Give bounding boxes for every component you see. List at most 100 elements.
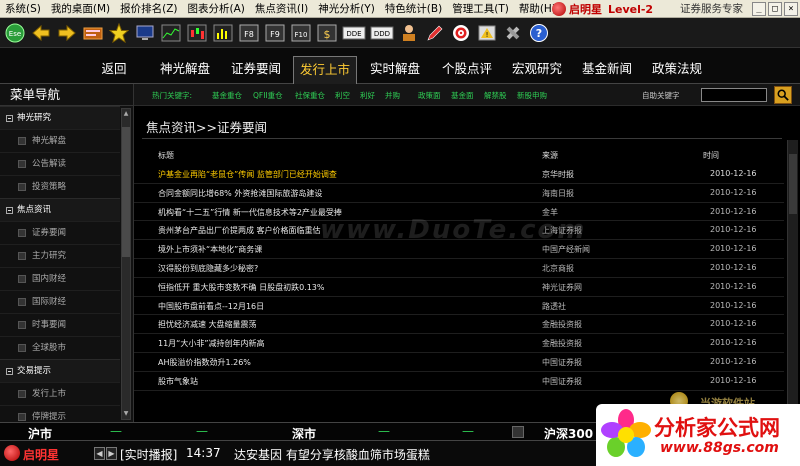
f10-icon[interactable]: F10 xyxy=(290,22,312,44)
news-ticker[interactable]: 达安基因 有望分享核酸血筛市场蛋糕 xyxy=(234,446,430,463)
menu-system[interactable]: 系统(S) xyxy=(0,0,46,18)
keyword-link[interactable]: 并购 xyxy=(385,90,400,101)
sidebar-item-securities-news[interactable]: 证券要闻 xyxy=(0,221,120,244)
keyword-link[interactable]: 基金重仓 xyxy=(212,90,242,101)
news-title[interactable]: 境外上市须补“本地化”商务课 xyxy=(158,244,262,255)
sidebar-item-main-force[interactable]: 主力研究 xyxy=(0,244,120,267)
sidebar-item-global-stocks[interactable]: 全球股市 xyxy=(0,336,120,359)
ese-logo-icon[interactable]: Ese xyxy=(4,22,26,44)
news-title[interactable]: 汉得股份到底隐藏多少秘密? xyxy=(158,263,258,274)
sidebar-item-intl-finance[interactable]: 国际财经 xyxy=(0,290,120,313)
monitor-icon[interactable] xyxy=(134,22,156,44)
ddy-icon[interactable]: DDD xyxy=(370,22,394,44)
keyword-link[interactable]: 新股申购 xyxy=(517,90,547,101)
news-scrollbar[interactable] xyxy=(787,140,798,420)
table-row[interactable]: 汉得股份到底隐藏多少秘密? 北京商报 2010-12-16 xyxy=(134,259,784,278)
search-button[interactable] xyxy=(774,86,792,104)
sidebar-item-strategy[interactable]: 投资策略 xyxy=(0,175,120,198)
table-row[interactable]: 股市气象站 中国证券报 2010-12-16 xyxy=(134,372,784,391)
sidebar-scroll-thumb[interactable] xyxy=(122,127,130,257)
news-title[interactable]: 11月“大小非”减持创年内新高 xyxy=(158,338,264,349)
menu-shenguang-analysis[interactable]: 神光分析(Y) xyxy=(313,0,380,18)
back-arrow-icon[interactable] xyxy=(30,22,52,44)
tab-fund-news[interactable]: 基金新闻 xyxy=(574,58,640,80)
collapse-icon[interactable] xyxy=(6,206,13,214)
table-row[interactable]: 沪基金业再陷“老鼠仓”传闻 监管部门已经开始调查 京华时报 2010-12-16 xyxy=(134,165,784,184)
star-icon[interactable] xyxy=(108,22,130,44)
sidebar-item-domestic-finance[interactable]: 国内财经 xyxy=(0,267,120,290)
person-icon[interactable] xyxy=(398,22,420,44)
f9-icon[interactable]: F9 xyxy=(264,22,286,44)
scroll-down-icon[interactable]: ▼ xyxy=(122,409,130,419)
sidebar-item-announcement[interactable]: 公告解读 xyxy=(0,152,120,175)
tab-shenguang-review[interactable]: 神光解盘 xyxy=(152,58,218,80)
ticker-next-icon[interactable]: ▶ xyxy=(106,447,117,460)
table-row[interactable]: 合同金额同比增68% 外资抢滩国际旅游岛建设 海南日报 2010-12-16 xyxy=(134,184,784,203)
scroll-up-icon[interactable]: ▲ xyxy=(122,109,130,119)
keyword-link[interactable]: 利好 xyxy=(360,90,375,101)
chart-icon[interactable] xyxy=(160,22,182,44)
finance-icon[interactable]: $ xyxy=(316,22,338,44)
ddx-icon[interactable]: DDE xyxy=(342,22,366,44)
sidebar-item-current-affairs[interactable]: 时事要闻 xyxy=(0,313,120,336)
collapse-icon[interactable] xyxy=(6,367,13,375)
keyword-search-input[interactable] xyxy=(701,88,767,102)
keyword-link[interactable]: 基金面 xyxy=(451,90,474,101)
menu-chart-analysis[interactable]: 图表分析(A) xyxy=(183,0,250,18)
candlestick-icon[interactable] xyxy=(186,22,208,44)
news-title[interactable]: 恒指低开 重大股市变数不确 日股盘初跌0.13% xyxy=(158,282,325,293)
keyword-link[interactable]: 利空 xyxy=(335,90,350,101)
market-sz-detail-button[interactable] xyxy=(512,426,524,438)
news-title[interactable]: 股市气象站 xyxy=(158,376,198,387)
keyword-link[interactable]: QFII重仓 xyxy=(253,90,283,101)
help-icon[interactable]: ? xyxy=(528,22,550,44)
keyword-link[interactable]: 政策面 xyxy=(418,90,441,101)
forward-arrow-icon[interactable] xyxy=(56,22,78,44)
tab-stock-comment[interactable]: 个股点评 xyxy=(434,58,500,80)
tab-macro-research[interactable]: 宏观研究 xyxy=(504,58,570,80)
keyword-link[interactable]: 社保重仓 xyxy=(295,90,325,101)
sidebar-group-focus-news[interactable]: 焦点资讯 xyxy=(0,198,120,221)
tab-ipo[interactable]: 发行上市 xyxy=(293,56,357,84)
news-title[interactable]: 合同金额同比增68% 外资抢滩国际旅游岛建设 xyxy=(158,188,322,199)
warning-icon[interactable]: ! xyxy=(476,22,498,44)
menu-tools[interactable]: 管理工具(T) xyxy=(447,0,514,18)
news-title[interactable]: 机构看“十二五”行情 新一代信息技术等2产业最受捧 xyxy=(158,207,342,218)
keyword-link[interactable]: 解禁股 xyxy=(484,90,507,101)
tab-realtime-review[interactable]: 实时解盘 xyxy=(362,58,428,80)
news-title[interactable]: 沪基金业再陷“老鼠仓”传闻 监管部门已经开始调查 xyxy=(158,169,337,180)
target-icon[interactable] xyxy=(450,22,472,44)
tools-icon[interactable] xyxy=(502,22,524,44)
table-row[interactable]: 中国股市盘前看点--12月16日 路透社 2010-12-16 xyxy=(134,297,784,316)
maximize-button[interactable]: □ xyxy=(768,2,782,16)
news-scroll-thumb[interactable] xyxy=(789,154,797,214)
table-row[interactable]: AH股溢价指数劲升1.26% 中国证券报 2010-12-16 xyxy=(134,353,784,372)
table-row[interactable]: 11月“大小非”减持创年内新高 金融投资报 2010-12-16 xyxy=(134,334,784,353)
collapse-icon[interactable] xyxy=(6,114,13,122)
tab-policy[interactable]: 政策法规 xyxy=(644,58,710,80)
sidebar-group-trade-tips[interactable]: 交易提示 xyxy=(0,359,120,382)
bar-chart-icon[interactable] xyxy=(212,22,234,44)
keyboard-icon[interactable] xyxy=(82,22,104,44)
sidebar-group-research[interactable]: 神光研究 xyxy=(0,106,120,129)
ticker-prev-icon[interactable]: ◀ xyxy=(94,447,105,460)
news-title[interactable]: 担忧经济减速 大盘缩量震荡 xyxy=(158,319,257,330)
menu-focus-news[interactable]: 焦点资讯(I) xyxy=(250,0,313,18)
news-title[interactable]: AH股溢价指数劲升1.26% xyxy=(158,357,251,368)
news-title[interactable]: 贵州茅台产品出厂价提两成 客户价格面临重估 xyxy=(158,225,321,236)
news-title[interactable]: 中国股市盘前看点--12月16日 xyxy=(158,301,264,312)
sidebar-scrollbar[interactable]: ▲ ▼ xyxy=(121,108,131,420)
f8-icon[interactable]: F8 xyxy=(238,22,260,44)
minimize-button[interactable]: _ xyxy=(752,2,766,16)
table-row[interactable]: 担忧经济减速 大盘缩量震荡 金融投资报 2010-12-16 xyxy=(134,315,784,335)
tab-back[interactable]: 返回 xyxy=(92,58,136,80)
menu-desktop[interactable]: 我的桌面(M) xyxy=(46,0,115,18)
menu-quote-rank[interactable]: 报价排名(Z) xyxy=(115,0,182,18)
menu-feature-stats[interactable]: 特色统计(B) xyxy=(380,0,447,18)
sidebar-item-ipo[interactable]: 发行上市 xyxy=(0,382,120,405)
pencil-icon[interactable] xyxy=(424,22,446,44)
close-button[interactable]: × xyxy=(784,2,798,16)
table-row[interactable]: 恒指低开 重大股市变数不确 日股盘初跌0.13% 神光证券网 2010-12-16 xyxy=(134,278,784,297)
tab-securities-news[interactable]: 证券要闻 xyxy=(223,58,289,80)
sidebar-item-shenguang-review[interactable]: 神光解盘 xyxy=(0,129,120,152)
